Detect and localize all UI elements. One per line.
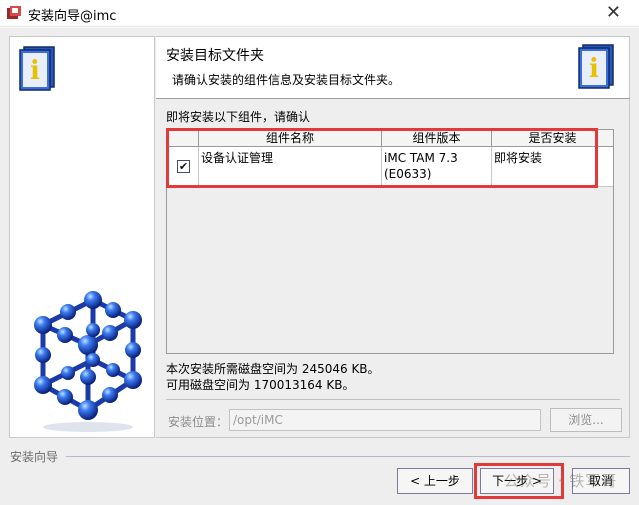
table-cell-name: 设备认证管理 [199, 147, 382, 187]
svg-text:i: i [30, 56, 40, 86]
page-title: 安装目标文件夹 [166, 48, 264, 64]
location-separator [166, 399, 620, 400]
molecule-graphic [34, 291, 142, 432]
table-row[interactable]: ✔ 设备认证管理 iMC TAM 7.3 (E0633) 即将安装 [167, 147, 613, 187]
app-icon [7, 6, 21, 19]
disk-required-text: 本次安装所需磁盘空间为 245046 KB。 [166, 362, 380, 376]
disk-info: 本次安装所需磁盘空间为 245046 KB。 可用磁盘空间为 170013164… [166, 361, 380, 393]
window-title: 安装向导@imc [28, 9, 117, 24]
components-table: 组件名称 组件版本 是否安装 ✔ 设备认证管理 iMC TAM 7.3 (E06… [166, 129, 614, 354]
confirm-text: 即将安装以下组件，请确认 [166, 110, 311, 124]
component-checkbox[interactable]: ✔ [177, 160, 190, 173]
step-header: 安装目标文件夹 请确认安装的组件信息及安装目标文件夹。 i [156, 36, 630, 98]
previous-button[interactable]: < 上一步 [397, 468, 473, 494]
table-header: 组件名称 组件版本 是否安装 [167, 130, 613, 147]
table-header-version[interactable]: 组件版本 [382, 130, 492, 147]
svg-text:i: i [589, 54, 599, 84]
title-bar: 安装向导@imc ✕ [0, 0, 639, 27]
close-icon[interactable]: ✕ [606, 2, 621, 23]
info-book-icon: i [578, 44, 614, 89]
wizard-footer-label: 安装向导 [10, 450, 59, 464]
table-cell-install: 即将安装 [494, 151, 543, 165]
cancel-button[interactable]: 取消 [572, 468, 630, 494]
table-header-check [167, 130, 199, 147]
disk-available-text: 可用磁盘空间为 170013164 KB。 [166, 378, 355, 392]
left-image-panel: i [9, 36, 155, 438]
install-location-input[interactable]: /opt/iMC [229, 409, 541, 431]
footer-divider [66, 456, 630, 457]
next-button[interactable]: 下一步 > [480, 468, 554, 494]
install-location-label: 安装位置： [168, 415, 229, 429]
table-header-name[interactable]: 组件名称 [199, 130, 382, 147]
info-book-icon: i [19, 46, 55, 91]
content-area: 即将安装以下组件，请确认 组件名称 组件版本 是否安装 ✔ 设备认证管理 iMC… [156, 99, 630, 438]
browse-button[interactable]: 浏览... [550, 408, 622, 432]
table-cell-version: iMC TAM 7.3 (E0633) [382, 147, 492, 187]
version-line-2: (E0633) [384, 167, 432, 181]
version-line-1: iMC TAM 7.3 [384, 151, 458, 165]
table-cell-check: ✔ [167, 147, 199, 187]
table-header-install[interactable]: 是否安装 [492, 130, 613, 147]
page-subtitle: 请确认安装的组件信息及安装目标文件夹。 [172, 73, 401, 87]
